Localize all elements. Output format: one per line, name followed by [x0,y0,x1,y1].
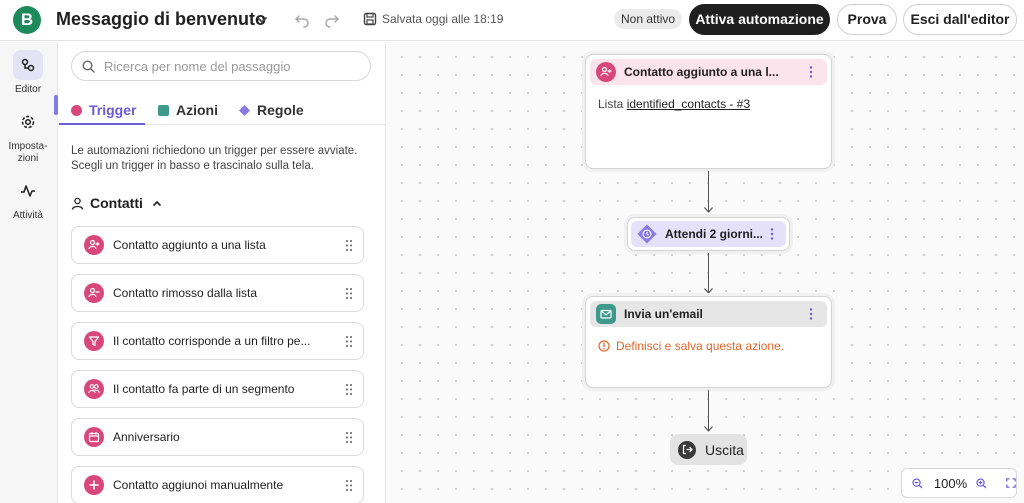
trigger-node-title: Contatto aggiunto a una l... [624,65,779,79]
panel-tabs: Trigger Azioni Regole [59,92,385,125]
section-contacts-header[interactable]: Contatti [71,194,168,212]
exit-editor-button[interactable]: Esci dall'editor [903,4,1017,35]
email-node-title: Invia un'email [624,307,703,321]
kebab-menu-icon[interactable] [809,308,813,320]
user-plus-icon [88,239,100,250]
editor-icon [21,58,35,72]
fit-screen-icon[interactable] [1006,478,1016,488]
search-icon [82,60,95,73]
active-tab-underline [59,123,145,125]
chevron-down-icon[interactable] [255,13,269,27]
undo-icon[interactable] [294,12,310,28]
drag-handle-icon[interactable] [345,239,353,252]
search-input[interactable] [104,58,364,74]
trigger-item[interactable]: Anniversario [71,418,364,456]
clock-diamond-icon [637,224,657,244]
rule-diamond-icon [239,104,250,116]
plus-icon [89,480,99,490]
trigger-item-label: Contatto rimosso dalla lista [113,286,258,300]
drag-handle-icon[interactable] [345,479,353,492]
trigger-node-body: Lista identified_contacts - #3 [598,97,751,111]
trigger-item-label: Contatto aggiunto a una lista [113,238,266,252]
trigger-item-label: Anniversario [113,430,180,444]
wait-node[interactable]: Attendi 2 giorni... [627,217,790,251]
envelope-icon [600,309,612,319]
trigger-item[interactable]: Contatto aggiunoi manualmente [71,466,364,503]
zoom-in-icon[interactable] [976,477,987,489]
drag-handle-icon[interactable] [345,431,353,444]
trigger-dot-icon [71,104,82,116]
trigger-item-label: Il contatto fa parte di un segmento [113,382,295,396]
user-minus-icon [88,287,100,298]
drag-handle-icon[interactable] [345,383,353,396]
kebab-menu-icon[interactable] [770,228,774,240]
trigger-item[interactable]: Contatto rimosso dalla lista [71,274,364,312]
users-icon [88,384,100,394]
trigger-item-label: Il contatto corrisponde a un filtro pe..… [113,334,311,348]
top-bar: B Messaggio di benvenuto Salvata oggi al… [0,0,1024,41]
zoom-level: 100% [933,475,968,491]
test-button[interactable]: Prova [837,4,897,35]
trigger-item[interactable]: Il contatto fa parte di un segmento [71,370,364,408]
kebab-menu-icon[interactable] [809,66,813,78]
redo-icon[interactable] [324,12,340,28]
gear-icon [21,115,35,129]
warning-circle-icon [598,340,610,352]
arrow-down-icon [704,288,713,294]
user-plus-icon [600,66,612,77]
trigger-item-label: Contatto aggiunoi manualmente [113,478,284,492]
search-box[interactable] [71,51,371,81]
trigger-item[interactable]: Contatto aggiunto a una lista [71,226,364,264]
connector-line [708,390,709,430]
active-rail-indicator [54,95,58,115]
workflow-canvas[interactable]: Contatto aggiunto a una l... Lista ident… [387,42,1024,503]
saved-status-text: Salvata oggi alle 18:19 [382,12,504,26]
user-icon [71,197,84,210]
zoom-out-icon[interactable] [912,477,923,489]
rail-item-label: Editor [14,84,42,95]
exit-icon [682,444,693,455]
arrow-down-icon [704,426,713,432]
filter-icon [88,336,100,347]
action-square-icon [158,104,169,116]
panel-description: Le automazioni richiedono un trigger per… [71,145,358,172]
connector-line [708,253,709,292]
brand-logo[interactable]: B [13,6,41,34]
rail-item-label: Imposta- zioni [8,141,48,164]
connector-line [708,171,709,211]
rail-item-activity[interactable]: Attività [0,176,56,221]
tab-rules[interactable]: Regole [239,96,304,124]
rail-item-label: Attività [12,210,43,221]
trigger-item[interactable]: Il contatto corrisponde a un filtro pe..… [71,322,364,360]
activate-automation-button[interactable]: Attiva automazione [689,4,830,35]
arrow-down-icon [704,207,713,213]
list-link[interactable]: identified_contacts - #3 [627,97,750,111]
status-badge: Non attivo [614,9,683,29]
side-panel: Trigger Azioni Regole Le automazioni ric… [59,42,386,503]
drag-handle-icon[interactable] [345,335,353,348]
email-node-warning: Definisci e salva questa azione. [598,339,784,353]
tab-actions[interactable]: Azioni [158,96,218,124]
rail-item-settings[interactable]: Imposta- zioni [0,107,56,165]
automation-title[interactable]: Messaggio di benvenuto [56,9,266,30]
activity-icon [21,185,35,197]
left-rail: Editor Imposta- zioni Attività [0,42,58,503]
zoom-control: 100% [901,468,1017,498]
tab-trigger[interactable]: Trigger [71,96,136,124]
save-icon [363,12,377,26]
email-node[interactable]: Invia un'email Definisci e salva questa … [585,296,832,388]
exit-node[interactable]: Uscita [670,434,747,465]
calendar-icon [88,432,100,443]
trigger-node[interactable]: Contatto aggiunto a una l... Lista ident… [585,54,832,169]
rail-item-editor[interactable]: Editor [0,50,56,95]
chevron-up-icon[interactable] [152,198,162,208]
exit-node-label: Uscita [705,441,744,458]
wait-node-title: Attendi 2 giorni... [665,227,763,241]
drag-handle-icon[interactable] [345,287,353,300]
